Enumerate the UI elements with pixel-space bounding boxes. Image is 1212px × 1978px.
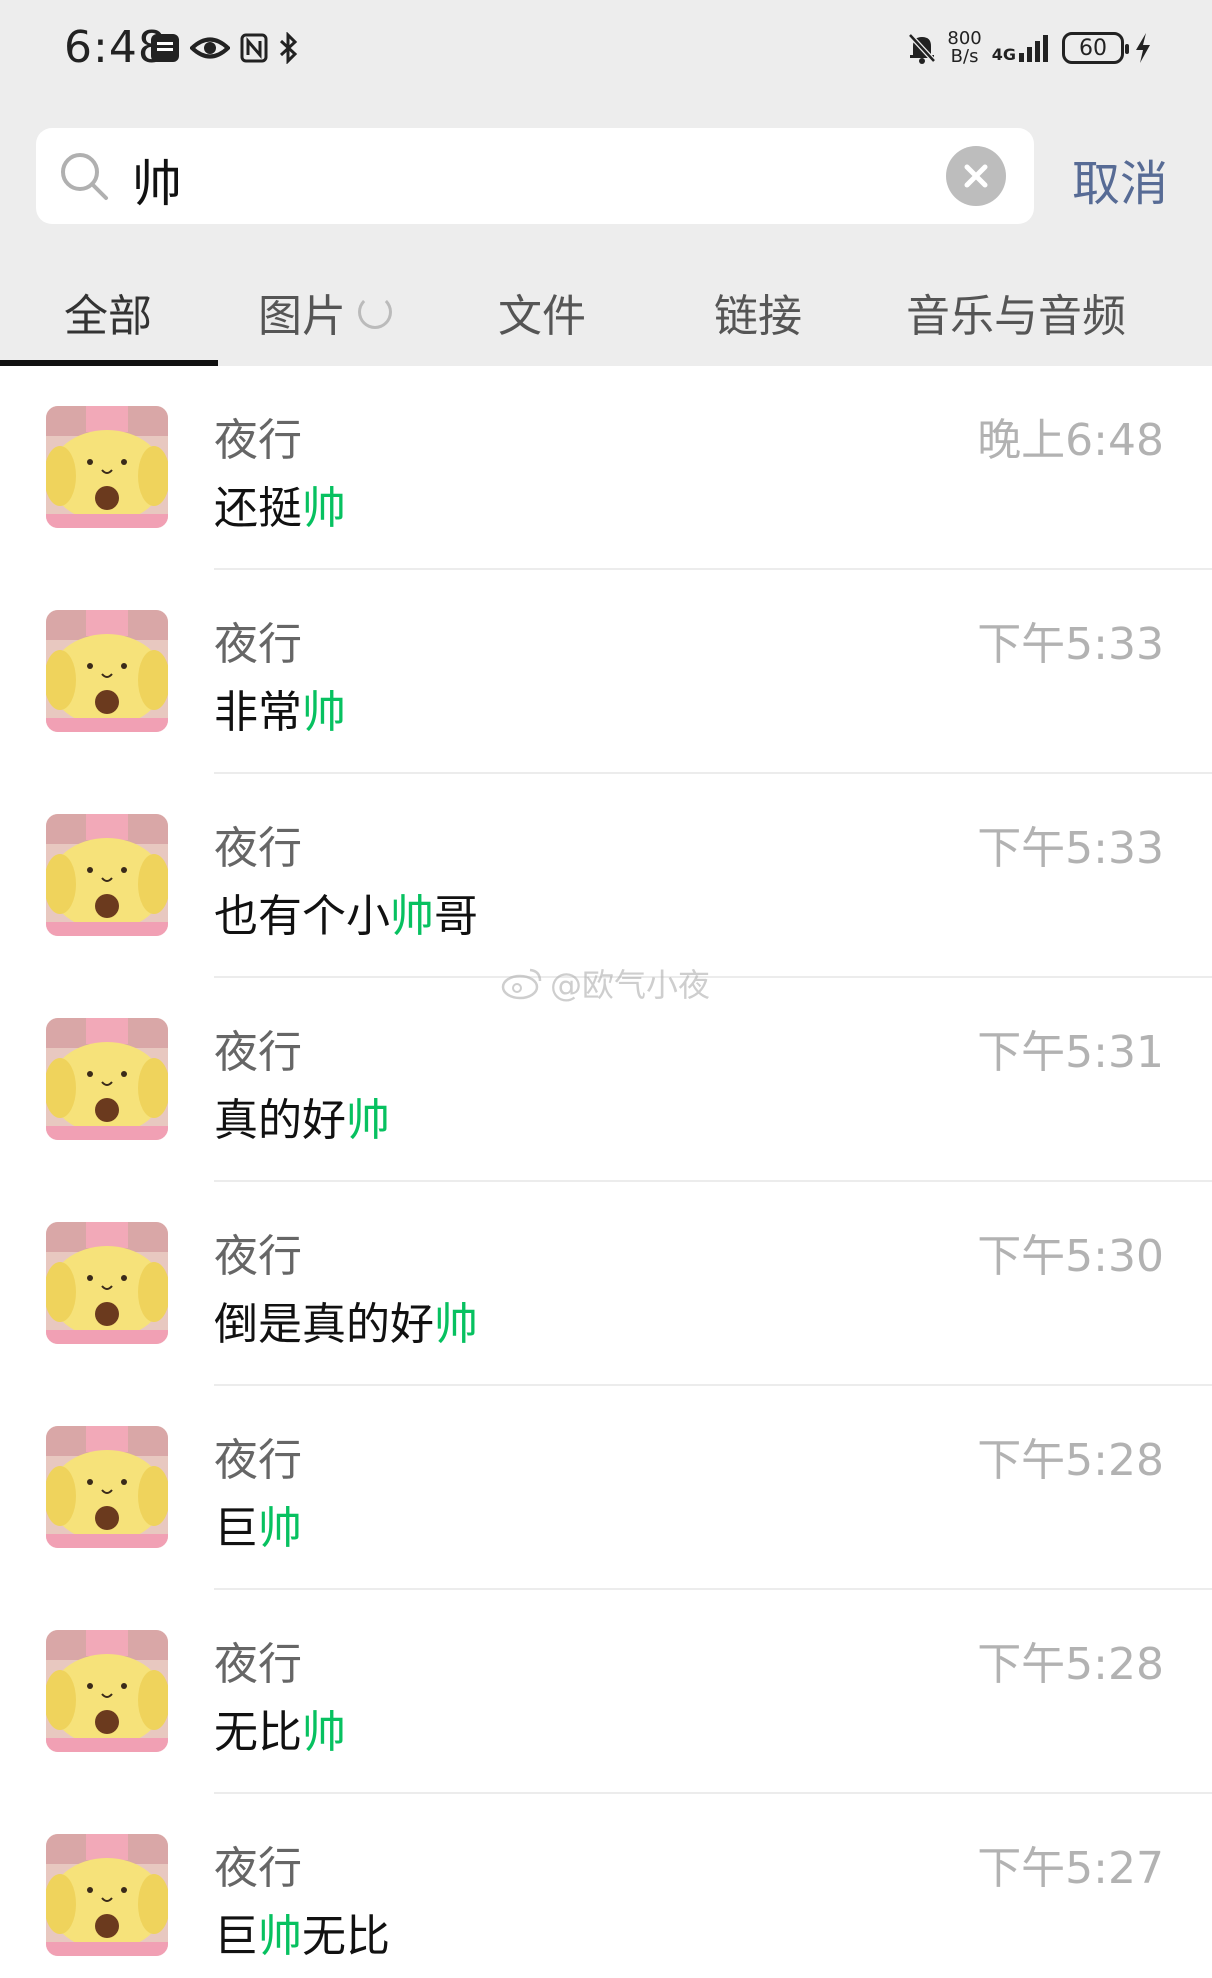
- snippet-text: 还挺: [214, 483, 302, 534]
- search-box[interactable]: 帅: [36, 128, 1034, 224]
- message-time: 下午5:28: [977, 1639, 1164, 1690]
- mute-bell-icon: [908, 33, 937, 64]
- cancel-button[interactable]: 取消: [1072, 144, 1168, 214]
- sender-name: 夜行: [214, 1231, 302, 1282]
- snippet-text: 也有个小: [214, 891, 390, 942]
- weibo-logo-icon: [501, 968, 542, 1000]
- snippet-text: 巨: [214, 1911, 258, 1962]
- category-tabs: 全部 图片 文件 链接 音乐与音频: [0, 250, 1212, 366]
- tab-label: 链接: [714, 291, 802, 342]
- signal-icon: [1019, 35, 1048, 62]
- keyword-highlight: 帅: [258, 1503, 302, 1554]
- snippet-text: 无比: [302, 1911, 390, 1962]
- status-right-icons: 800 B/s 4G 60: [907, 28, 1152, 68]
- search-result-row[interactable]: 夜行 下午5:28 无比帅: [0, 1590, 1212, 1794]
- search-result-row[interactable]: 夜行 晚上6:48 还挺帅: [0, 366, 1212, 570]
- snippet-text: 哥: [434, 891, 478, 942]
- net-speed-unit: B/s: [950, 46, 979, 67]
- net-speed: 800 B/s: [947, 30, 981, 66]
- snippet-text: 真的好: [214, 1095, 346, 1146]
- tab-label: 音乐与音频: [906, 291, 1126, 342]
- tab-images[interactable]: 图片: [258, 280, 392, 344]
- snippet-text: 非常: [214, 687, 302, 738]
- keyword-highlight: 帅: [302, 483, 346, 534]
- sender-name: 夜行: [214, 1435, 302, 1486]
- tab-links[interactable]: 链接: [714, 280, 802, 344]
- charging-icon: [1136, 33, 1150, 63]
- avatar: [46, 814, 168, 936]
- search-result-row[interactable]: 夜行 下午5:31 真的好帅: [0, 978, 1212, 1182]
- avatar: [46, 1630, 168, 1752]
- message-snippet: 无比帅: [214, 1696, 346, 1760]
- message-snippet: 还挺帅: [214, 472, 346, 536]
- message-snippet: 也有个小帅哥: [214, 880, 478, 944]
- message-snippet: 真的好帅: [214, 1084, 390, 1148]
- close-icon: [964, 164, 988, 188]
- signal-group: 4G: [992, 33, 1052, 63]
- search-results-list: 夜行 晚上6:48 还挺帅 夜行 下午5:33 非常帅 夜行 下午5:33 也有个小帅哥: [0, 366, 1212, 1978]
- tab-all[interactable]: 全部: [64, 280, 152, 344]
- search-result-row[interactable]: 夜行 下午5:33 非常帅: [0, 570, 1212, 774]
- app-badge-icon: [151, 34, 179, 62]
- sender-name: 夜行: [214, 619, 302, 670]
- sender-name: 夜行: [214, 1639, 302, 1690]
- tab-label: 全部: [64, 291, 152, 342]
- message-snippet: 巨帅无比: [214, 1900, 390, 1964]
- keyword-highlight: 帅: [346, 1095, 390, 1146]
- message-snippet: 非常帅: [214, 676, 346, 740]
- sender-name: 夜行: [214, 1843, 302, 1894]
- message-time: 下午5:27: [977, 1843, 1164, 1894]
- message-time: 下午5:33: [977, 619, 1164, 670]
- search-result-row[interactable]: 夜行 下午5:33 也有个小帅哥: [0, 774, 1212, 978]
- message-time: 晚上6:48: [977, 415, 1164, 466]
- bluetooth-icon: [279, 32, 298, 64]
- snippet-text: 无比: [214, 1707, 302, 1758]
- tab-music-audio[interactable]: 音乐与音频: [906, 280, 1126, 344]
- keyword-highlight: 帅: [302, 1707, 346, 1758]
- snippet-text: 倒是真的好: [214, 1299, 434, 1350]
- sender-name: 夜行: [214, 823, 302, 874]
- snippet-text: 巨: [214, 1503, 258, 1554]
- search-result-row[interactable]: 夜行 下午5:28 巨帅: [0, 1386, 1212, 1590]
- sender-name: 夜行: [214, 1027, 302, 1078]
- watermark-text: @欧气小夜: [550, 966, 711, 1004]
- clear-search-button[interactable]: [946, 146, 1006, 206]
- avatar: [46, 1222, 168, 1344]
- battery-level: 60: [1079, 35, 1107, 61]
- eye-icon: [190, 37, 230, 59]
- sender-name: 夜行: [214, 415, 302, 466]
- search-icon: [61, 153, 108, 200]
- nfc-icon: [240, 33, 268, 63]
- avatar: [46, 1834, 168, 1956]
- search-input[interactable]: 帅: [132, 144, 182, 216]
- keyword-highlight: 帅: [302, 687, 346, 738]
- message-snippet: 巨帅: [214, 1492, 302, 1556]
- keyword-highlight: 帅: [258, 1911, 302, 1962]
- tab-files[interactable]: 文件: [498, 280, 586, 344]
- search-header: 帅 取消: [0, 110, 1212, 250]
- battery-indicator: 60: [1062, 32, 1129, 64]
- loading-spinner-icon: [358, 295, 392, 329]
- status-bar: 6:48 800 B/s 4G 60: [0, 0, 1212, 110]
- tab-label: 图片: [258, 291, 346, 342]
- search-result-row[interactable]: 夜行 下午5:30 倒是真的好帅: [0, 1182, 1212, 1386]
- avatar: [46, 1426, 168, 1548]
- message-snippet: 倒是真的好帅: [214, 1288, 478, 1352]
- avatar: [46, 406, 168, 528]
- keyword-highlight: 帅: [434, 1299, 478, 1350]
- keyword-highlight: 帅: [390, 891, 434, 942]
- status-left-icons: [150, 30, 300, 66]
- message-time: 下午5:33: [977, 823, 1164, 874]
- tab-label: 文件: [498, 291, 586, 342]
- avatar: [46, 1018, 168, 1140]
- watermark: @欧气小夜: [500, 960, 710, 1006]
- message-time: 下午5:28: [977, 1435, 1164, 1486]
- search-result-row[interactable]: 夜行 下午5:27 巨帅无比: [0, 1794, 1212, 1978]
- network-type: 4G: [991, 45, 1016, 64]
- message-time: 下午5:31: [977, 1027, 1164, 1078]
- message-time: 下午5:30: [977, 1231, 1164, 1282]
- avatar: [46, 610, 168, 732]
